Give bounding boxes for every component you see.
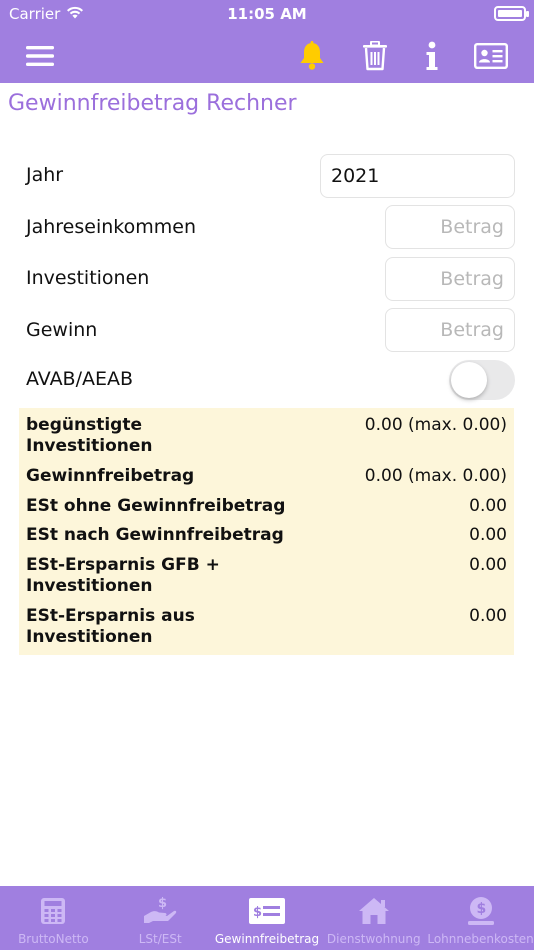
result-label-line: Investitionen	[26, 436, 153, 456]
avab-label: AVAB/AEAB	[26, 368, 134, 390]
tab-lohnnebenkosten[interactable]: $ Lohnnebenkosten	[427, 886, 534, 950]
contact-card-button[interactable]	[469, 34, 513, 78]
hand-money-icon: $	[143, 896, 177, 926]
menu-button[interactable]	[18, 34, 62, 78]
year-value: 2021	[331, 165, 380, 187]
tab-label: Dienstwohnung	[326, 932, 421, 946]
menu-icon	[26, 46, 54, 66]
investments-field[interactable]: Betrag	[385, 257, 515, 301]
investments-label: Investitionen	[26, 267, 150, 289]
profit-label: Gewinn	[26, 319, 98, 341]
battery-icon	[494, 6, 529, 21]
result-label-line: begünstigte	[26, 415, 142, 435]
cheque-icon: $	[248, 896, 285, 926]
status-bar: Carrier 11:05 AM	[0, 0, 534, 28]
navigation-bar	[0, 30, 534, 80]
info-icon	[426, 41, 438, 70]
result-value-ersparnis-gfb: 0.00	[469, 555, 507, 575]
avab-toggle[interactable]	[449, 360, 515, 400]
result-label-line: ESt-Ersparnis aus	[26, 606, 195, 626]
tab-bar: BruttoNetto $ LSt/ESt $ Gewinnfreibetrag	[0, 886, 534, 950]
money-bag-icon: $	[466, 896, 496, 926]
result-label-line: ESt-Ersparnis GFB +	[26, 555, 220, 575]
profit-field[interactable]: Betrag	[385, 308, 515, 352]
result-label-line: ESt nach Gewinnfreibetrag	[26, 525, 284, 545]
tab-label: Gewinnfreibetrag	[214, 932, 320, 946]
trash-icon	[363, 41, 387, 71]
investments-placeholder: Betrag	[440, 268, 504, 290]
info-button[interactable]	[410, 34, 454, 78]
tab-label: LSt/ESt	[138, 932, 182, 946]
tab-bruttonetto[interactable]: BruttoNetto	[0, 886, 107, 950]
tab-dienstwohnung[interactable]: Dienstwohnung	[320, 886, 427, 950]
page-title: Gewinnfreibetrag Rechner	[8, 91, 297, 116]
delete-button[interactable]	[353, 34, 397, 78]
year-label: Jahr	[26, 164, 64, 186]
result-value-est-nach: 0.00	[469, 525, 507, 545]
profit-placeholder: Betrag	[440, 319, 504, 341]
tab-label: Lohnnebenkosten	[427, 932, 534, 946]
svg-text:$: $	[476, 901, 486, 917]
tab-gewinnfreibetrag[interactable]: $ Gewinnfreibetrag	[214, 886, 321, 950]
result-label-est-nach: ESt nach Gewinnfreibetrag	[26, 525, 284, 546]
results-panel: begünstigte Investitionen 0.00 (max. 0.0…	[19, 408, 514, 655]
income-field[interactable]: Betrag	[385, 205, 515, 249]
clock: 11:05 AM	[227, 5, 307, 23]
result-value-gewinnfreibetrag: 0.00 (max. 0.00)	[364, 466, 507, 486]
result-label-est-ohne: ESt ohne Gewinnfreibetrag	[26, 496, 285, 517]
calculator-icon	[40, 896, 66, 926]
svg-text:$: $	[253, 905, 262, 920]
toggle-knob	[451, 362, 487, 398]
result-label-ersparnis-invest: ESt-Ersparnis aus Investitionen	[26, 606, 195, 648]
income-label: Jahreseinkommen	[26, 216, 196, 238]
result-label-line: Gewinnfreibetrag	[26, 466, 195, 486]
result-label-line: Investitionen	[26, 627, 153, 647]
year-field[interactable]: 2021	[320, 154, 515, 198]
house-icon	[358, 896, 390, 926]
top-bar: Carrier 11:05 AM	[0, 0, 534, 83]
result-label-beguenstigte: begünstigte Investitionen	[26, 415, 152, 457]
result-value-est-ohne: 0.00	[469, 496, 507, 516]
result-value-ersparnis-invest: 0.00	[469, 606, 507, 626]
income-placeholder: Betrag	[440, 216, 504, 238]
result-label-gewinnfreibetrag: Gewinnfreibetrag	[26, 466, 194, 487]
bell-icon	[300, 41, 324, 70]
result-label-ersparnis-gfb: ESt-Ersparnis GFB + Investitionen	[26, 555, 220, 597]
notifications-button[interactable]	[290, 34, 334, 78]
result-label-line: Investitionen	[26, 576, 153, 596]
tab-label: BruttoNetto	[18, 932, 89, 946]
contact-card-icon	[474, 43, 508, 69]
result-label-line: ESt ohne Gewinnfreibetrag	[26, 496, 286, 516]
tab-lst-est[interactable]: $ LSt/ESt	[107, 886, 214, 950]
result-value-beguenstigte: 0.00 (max. 0.00)	[364, 415, 507, 435]
svg-text:$: $	[158, 896, 167, 911]
